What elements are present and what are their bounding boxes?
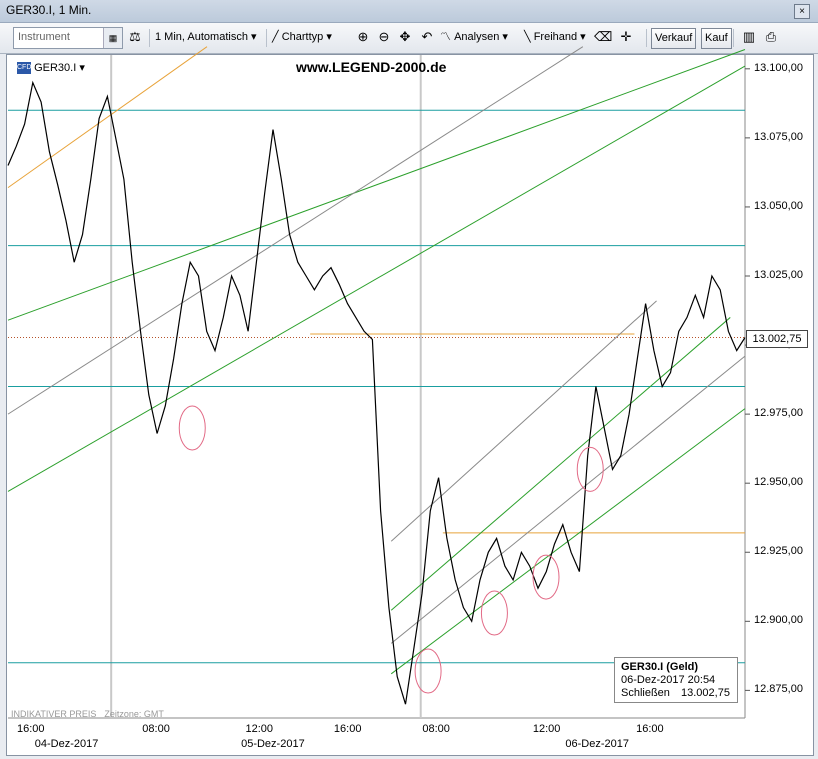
indicative-label: INDIKATIVER PREIS <box>11 709 97 719</box>
last-price-tag: 13.002,75 <box>746 330 808 348</box>
trend-line <box>390 317 731 611</box>
y-tick-label: 12.925,00 <box>754 545 803 558</box>
price-series-line <box>7 80 746 705</box>
legend-close-label: Schließen <box>621 687 670 699</box>
legend-datetime: 06-Dez-2017 20:54 <box>621 674 716 686</box>
x-tick-label: 12:00 <box>245 723 273 735</box>
symbol-label[interactable]: GER30.I <box>34 62 76 74</box>
highlight-circle <box>532 554 560 600</box>
trend-line <box>7 46 584 415</box>
x-tick-label: 16:00 <box>17 723 45 735</box>
highlight-circle <box>178 405 206 451</box>
x-tick-label: 08:00 <box>142 723 170 735</box>
price-chart[interactable] <box>0 0 818 759</box>
legend-close-value: 13.002,75 <box>681 687 730 699</box>
footer-note: INDIKATIVER PREIS Zeitzone: GMT <box>11 709 164 719</box>
watermark: www.LEGEND-2000.de <box>296 59 447 75</box>
y-tick-label: 13.100,00 <box>754 61 803 74</box>
y-tick-label: 12.900,00 <box>754 614 803 627</box>
legend-box: GER30.I (Geld) 06-Dez-2017 20:54 Schließ… <box>614 657 738 703</box>
trend-line <box>7 49 746 321</box>
highlight-circle <box>576 446 604 492</box>
x-tick-label: 16:00 <box>333 723 362 735</box>
x-tick-label: 16:00 <box>636 723 664 735</box>
y-tick-label: 12.975,00 <box>754 407 803 420</box>
date-label: 04-Dez-2017 <box>34 738 99 750</box>
chart-header: CFD GER30.I ▾ <box>17 61 85 75</box>
legend-title: GER30.I (Geld) <box>621 661 699 673</box>
date-label: 06-Dez-2017 <box>565 738 629 750</box>
x-tick-label: 08:00 <box>422 723 450 735</box>
y-tick-label: 13.075,00 <box>754 130 803 143</box>
y-tick-label: 12.950,00 <box>754 476 803 489</box>
cfd-badge: CFD <box>17 62 31 75</box>
trend-line <box>390 355 746 644</box>
highlight-circle <box>414 648 442 694</box>
y-tick-label: 12.875,00 <box>754 683 803 696</box>
y-tick-label: 13.050,00 <box>754 199 803 212</box>
highlight-circle <box>480 590 508 636</box>
date-label: 05-Dez-2017 <box>241 738 305 750</box>
chevron-down-icon[interactable]: ▾ <box>79 62 85 74</box>
x-tick-label: 12:00 <box>532 723 561 735</box>
timezone-label: Zeitzone: GMT <box>104 709 164 719</box>
y-tick-label: 13.025,00 <box>754 269 803 281</box>
